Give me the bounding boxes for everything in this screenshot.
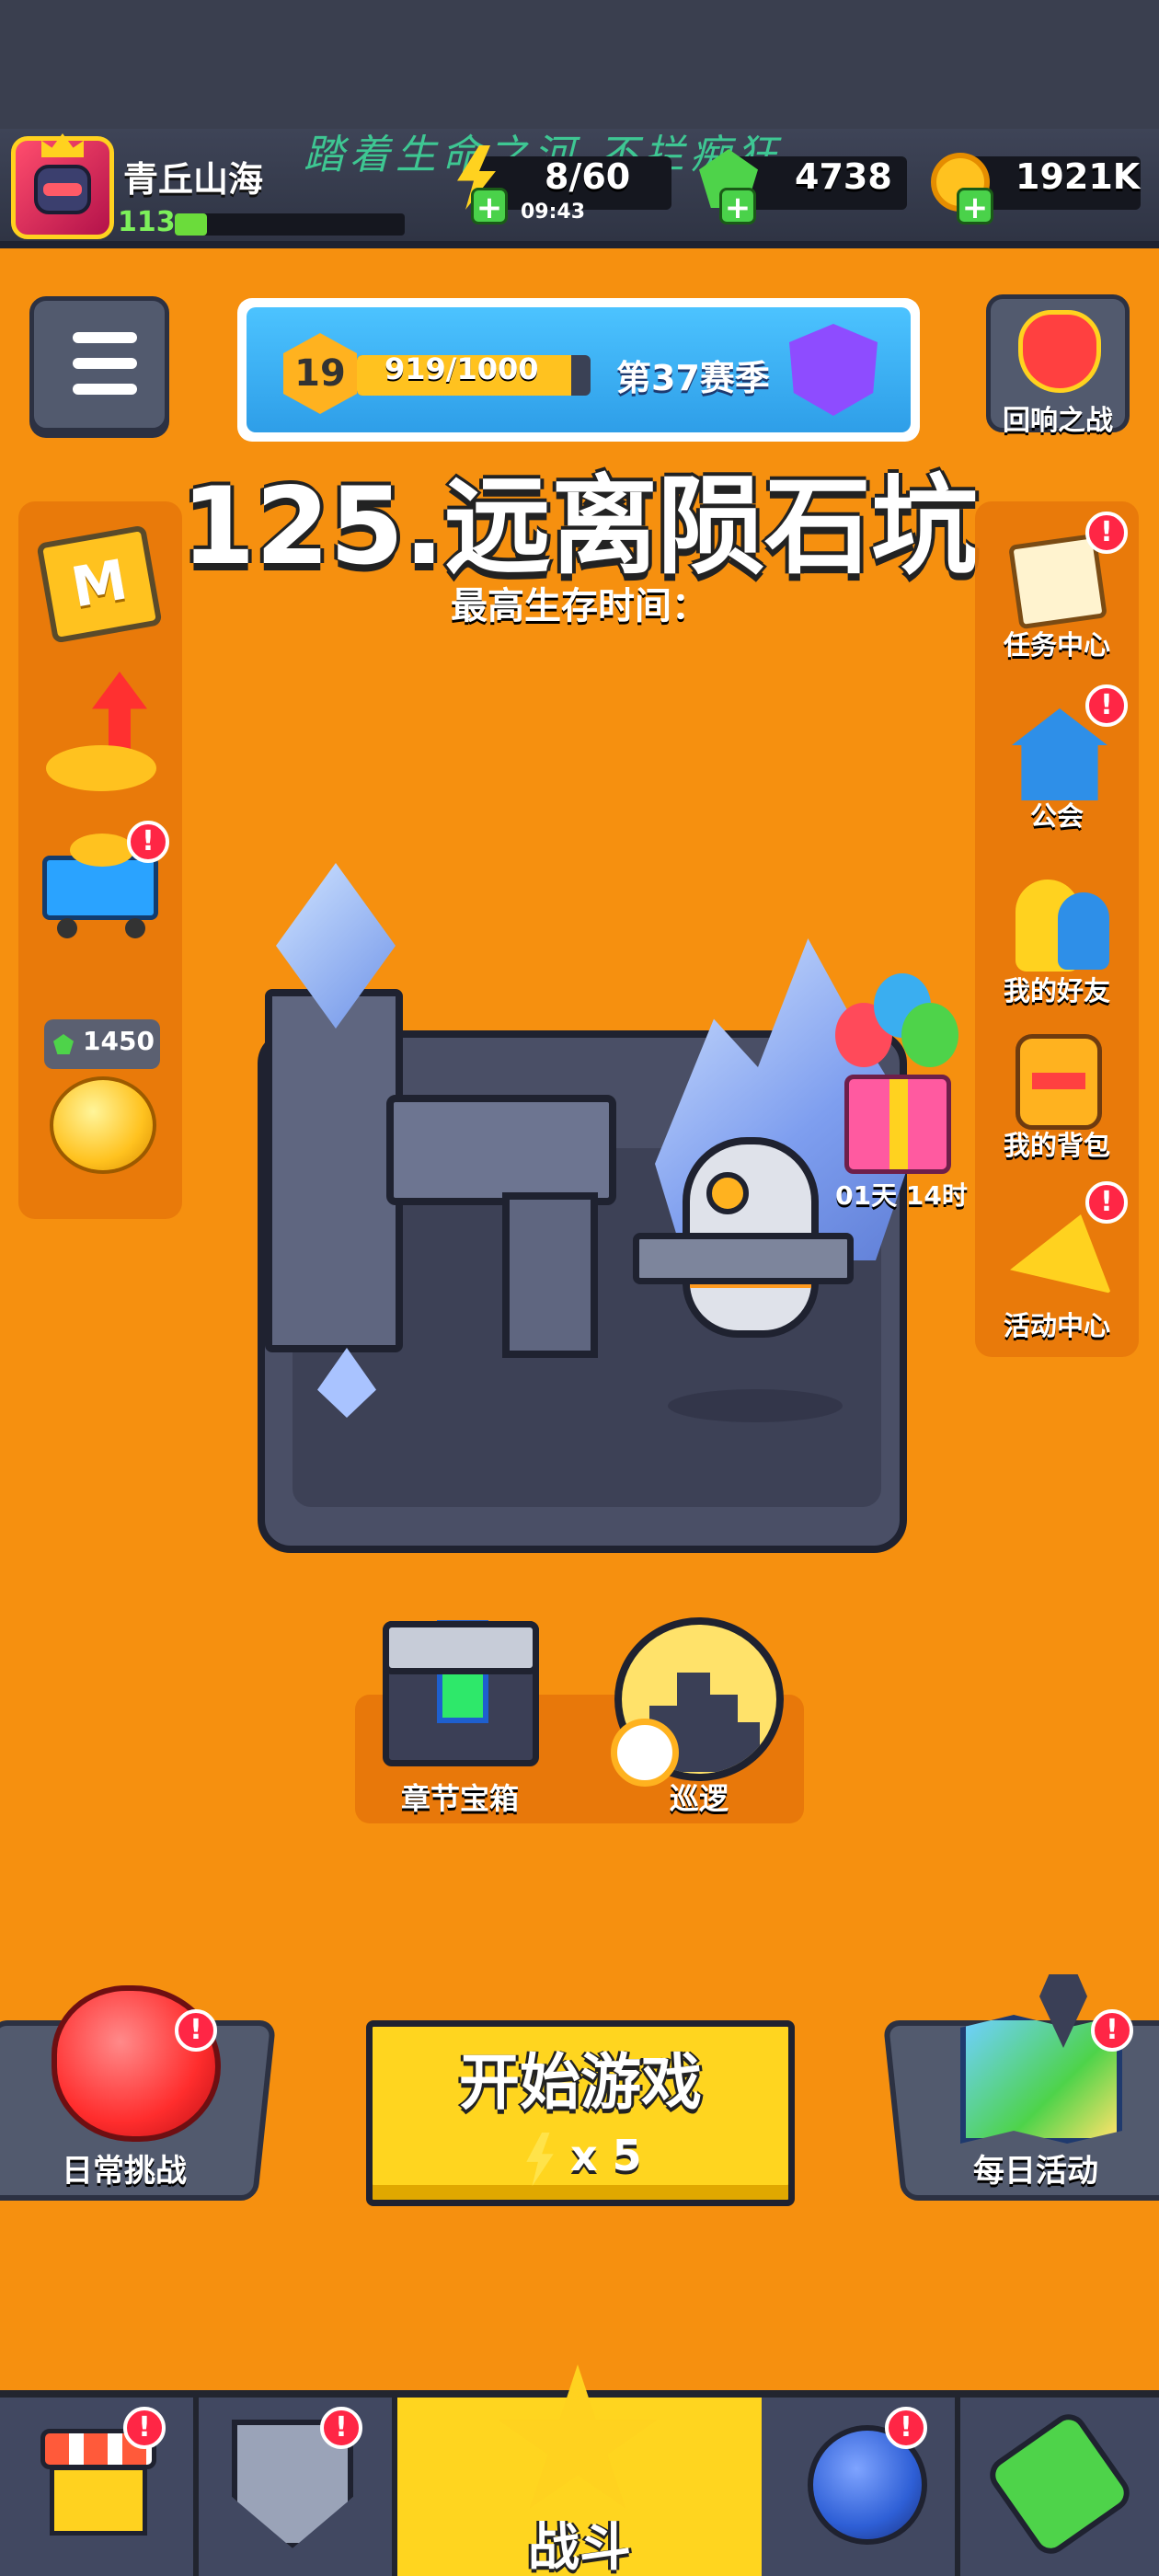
crown-icon (41, 133, 84, 157)
season-rank-badge-icon (789, 324, 878, 416)
m-card-icon: M (66, 547, 132, 621)
stone-arch-leg (502, 1192, 598, 1358)
backpack-button[interactable] (1003, 1029, 1113, 1130)
coin-value: 1921K (1016, 156, 1141, 197)
season-panel[interactable]: 19 919/1000 第37赛季 (237, 298, 920, 442)
gift-icon (889, 1079, 908, 1169)
gem-icon (53, 1034, 74, 1054)
daily-challenge-label: 日常挑战 (62, 2153, 187, 2190)
season-level-badge: 19 (283, 333, 357, 414)
gift-box-button[interactable] (844, 1075, 951, 1174)
echo-battle-label: 回响之战 (1003, 405, 1113, 437)
energy-value: 8/60 (545, 156, 631, 197)
player-level: 113 (118, 206, 176, 238)
robot-eye (706, 1172, 749, 1214)
gold-pile-icon (70, 834, 134, 867)
ninja-face-icon (34, 165, 91, 214)
menu-button[interactable] (29, 296, 169, 432)
season-name: 第37赛季 (616, 358, 770, 398)
player-avatar[interactable] (11, 133, 114, 239)
nav-talents-alert-badge: ! (885, 2407, 927, 2449)
robot-gun (633, 1233, 854, 1284)
add-energy-button[interactable]: + (471, 188, 508, 225)
lucky-draw-button[interactable] (50, 1076, 156, 1174)
gem-pile-icon (46, 745, 156, 791)
daily-challenge-alert-badge: ! (175, 2009, 217, 2052)
event-center-label: 活动中心 (1003, 1310, 1110, 1341)
devil-mask-icon (1018, 310, 1101, 393)
nav-battle-label: 战斗 (528, 2518, 631, 2576)
stone-arch (386, 1095, 616, 1205)
growth-fund-button[interactable] (46, 672, 156, 791)
patrol-label: 巡逻 (669, 1781, 729, 1816)
friends-button[interactable] (1003, 874, 1113, 975)
gift-timer: 01天 14时 (835, 1180, 968, 1211)
friends-label: 我的好友 (1003, 975, 1110, 1006)
player-xp-bar (175, 213, 405, 236)
add-gems-button[interactable]: + (719, 188, 756, 225)
party-horn-icon (1010, 1214, 1111, 1294)
energy-timer: 09:43 (521, 201, 586, 224)
season-panel-inner: 19 919/1000 第37赛季 (247, 307, 911, 432)
chest-lid (383, 1621, 539, 1674)
guild-alert-badge: ! (1085, 684, 1128, 727)
season-progress-text: 919/1000 (384, 351, 539, 386)
backpack-label: 我的背包 (1003, 1130, 1110, 1161)
gem-value: 4738 (795, 156, 892, 197)
quest-center-label: 任务中心 (1003, 629, 1110, 661)
quest-alert-badge: ! (1085, 512, 1128, 554)
start-game-label: 开始游戏 (459, 2047, 702, 2118)
lucky-draw-count: 1450 (83, 1026, 155, 1056)
chapter-chest-label: 章节宝箱 (400, 1781, 519, 1816)
menu-icon (73, 332, 137, 343)
status-bar (0, 0, 1159, 129)
chapter-chest-button[interactable] (383, 1620, 539, 1766)
player-xp-fill (175, 213, 207, 236)
shop-cart-alert-badge: ! (127, 821, 169, 863)
event-alert-badge: ! (1085, 1181, 1128, 1224)
player-name: 青丘山海 (123, 159, 264, 200)
monthly-card-button[interactable]: M (36, 524, 163, 644)
daily-activity-label: 每日活动 (973, 2153, 1098, 2190)
start-game-energy-cost: x 5 (570, 2131, 642, 2180)
guild-label: 公会 (1029, 800, 1084, 832)
add-coins-button[interactable]: + (957, 188, 993, 225)
nav-shop-alert-badge: ! (123, 2407, 166, 2449)
balloon-icon (901, 1003, 958, 1067)
nav-equipment-alert-badge: ! (320, 2407, 362, 2449)
daily-activity-alert-badge: ! (1091, 2009, 1133, 2052)
stone-pillar (265, 989, 403, 1352)
red-arrow-up-icon (92, 672, 147, 754)
